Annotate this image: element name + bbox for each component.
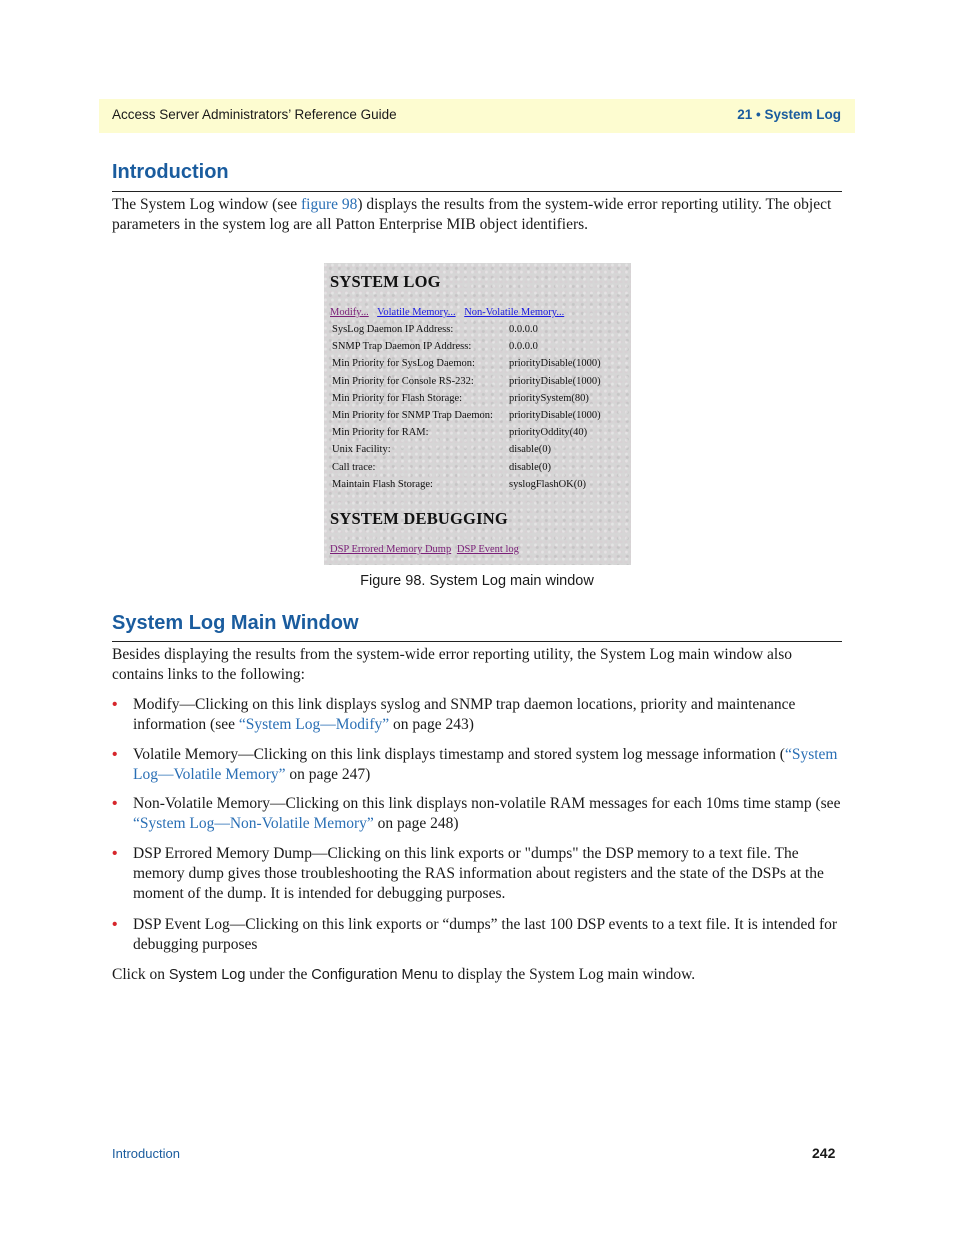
section-heading-main-window: System Log Main Window [112,612,359,634]
ui-term-configuration-menu: Configuration Menu [311,967,438,983]
ui-term-system-log: System Log [168,967,246,983]
param-value: disable(0) [509,461,551,473]
guide-title: Access Server Administrators’ Reference … [112,107,397,122]
page-number: 242 [812,1145,836,1161]
non-volatile-memory-page-link[interactable]: “System Log—Non-Volatile Memory” [133,815,374,832]
bullet-text: Non-Volatile Memory—Clicking on this lin… [133,795,841,812]
modify-page-link[interactable]: “System Log—Modify” [239,716,389,733]
bullet-text: DSP Errored Memory Dump—Clicking on this… [133,845,824,902]
running-header: Access Server Administrators’ Reference … [99,99,855,133]
figure-caption: Figure 98. System Log main window [360,573,594,589]
system-log-links: Modify... Volatile Memory... Non-Volatil… [330,307,570,318]
param-value: 0.0.0.0 [509,341,538,353]
bullet-icon: • [112,746,118,763]
bullet-icon: • [112,696,118,713]
closing-text: to display the System Log main window. [437,966,696,983]
bullet-item-dsp-event-log: • DSP Event Log—Clicking on this link ex… [112,915,842,955]
main-window-intro: Besides displaying the results from the … [112,646,793,683]
param-label: Min Priority for Flash Storage: [332,392,463,404]
bullet-text-cont: on page 248) [373,815,459,832]
dsp-errored-memory-dump-link[interactable]: DSP Errored Memory Dump [330,544,451,555]
volatile-memory-link[interactable]: Volatile Memory... [377,307,455,318]
modify-link[interactable]: Modify... [330,307,369,318]
param-label: Unix Facility: [332,444,391,456]
param-label: Maintain Flash Storage: [332,478,433,490]
param-label: Min Priority for SysLog Daemon: [332,358,475,370]
section-heading-introduction: Introduction [112,161,229,183]
intro-text: The System Log window (see [112,196,301,213]
heading-rule [112,191,842,192]
param-label: SNMP Trap Daemon IP Address: [332,341,472,353]
param-value: 0.0.0.0 [509,324,538,335]
param-value: prioritySystem(80) [509,392,589,404]
param-value: priorityDisable(1000) [509,358,601,370]
heading-rule [112,641,842,642]
param-label: Call trace: [332,461,376,473]
bullet-text-cont: on page 243) [389,716,474,733]
param-value: priorityOddity(40) [509,427,588,439]
param-value: priorityDisable(1000) [509,409,601,421]
param-value: disable(0) [509,444,551,456]
bullet-item-dsp-errored-memory-dump: • DSP Errored Memory Dump—Clicking on th… [112,844,842,904]
param-value: priorityDisable(1000) [509,375,601,387]
system-log-screenshot: SYSTEM LOG Modify... Volatile Memory... … [324,263,631,565]
closing-text: Click on [112,966,169,983]
param-label: Min Priority for SNMP Trap Daemon: [332,409,493,421]
non-volatile-memory-link[interactable]: Non-Volatile Memory... [464,307,564,318]
bullet-icon: • [112,795,118,812]
bullet-icon: • [112,916,118,933]
param-label: Min Priority for Console RS-232: [332,375,474,387]
bullet-item-volatile-memory: • Volatile Memory—Clicking on this link … [112,745,842,785]
footer-section: Introduction [112,1146,180,1161]
param-label: SysLog Daemon IP Address: [332,324,454,335]
debug-links: DSP Errored Memory Dump DSP Event log [330,544,522,555]
dsp-event-log-link[interactable]: DSP Event log [457,544,519,555]
closing-paragraph: Click on System Log under the Configurat… [112,965,842,985]
system-debugging-title: SYSTEM DEBUGGING [330,509,508,528]
closing-text: under the [245,966,312,983]
bullet-text: DSP Event Log—Clicking on this link expo… [133,916,838,953]
bullet-text-cont: on page 247) [285,766,371,783]
bullet-item-modify: • Modify—Clicking on this link displays … [112,695,842,735]
bullet-item-non-volatile-memory: • Non-Volatile Memory—Clicking on this l… [112,794,842,834]
param-label: Min Priority for RAM: [332,427,429,439]
figure-98-link[interactable]: figure 98 [301,196,357,213]
intro-paragraph: The System Log window (see figure 98) di… [112,195,842,235]
system-log-title: SYSTEM LOG [330,272,441,291]
bullet-text: Volatile Memory—Clicking on this link di… [133,746,785,763]
param-value: syslogFlashOK(0) [509,478,587,490]
chapter-title: 21 • System Log [737,107,841,122]
bullet-icon: • [112,845,118,862]
